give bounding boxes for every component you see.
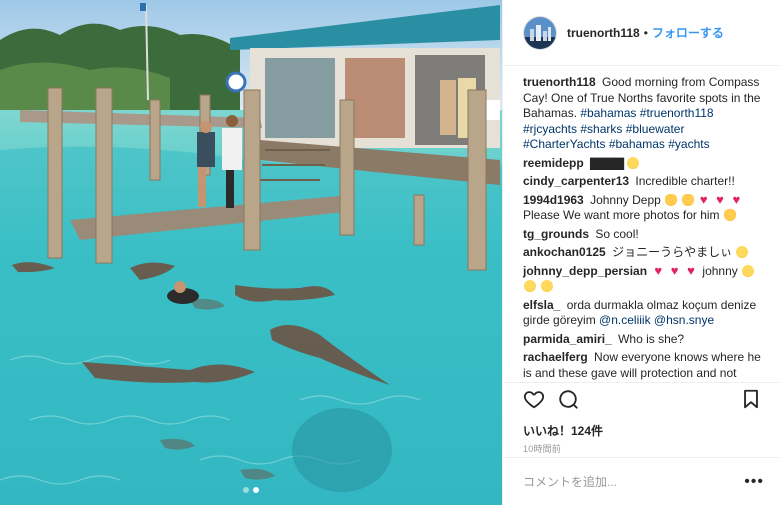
comment: johnny_depp_persian johnny xyxy=(523,263,764,295)
comment-text: ▇▇▇▇ xyxy=(590,155,624,170)
comment-icon[interactable] xyxy=(557,388,581,412)
mention[interactable]: @hsn.snye xyxy=(654,313,714,327)
avatar-image xyxy=(524,16,556,49)
comment: 1994d1963 Johnny Depp Please We want mor… xyxy=(523,192,764,224)
heart-eyes-emoji-icon xyxy=(742,264,755,277)
action-bar xyxy=(503,382,780,416)
comment: rachaelferg Now everyone knows where he … xyxy=(523,350,764,381)
caption-username[interactable]: truenorth118 xyxy=(523,75,596,89)
post-sidebar: truenorth118 • フォローする truenorth118 Good … xyxy=(502,0,780,505)
heart-eyes-emoji-icon xyxy=(627,156,640,169)
header-separator: • xyxy=(643,25,648,40)
hashtag[interactable]: #bahamas xyxy=(609,137,665,151)
add-comment-input[interactable] xyxy=(523,474,745,489)
carousel-dot xyxy=(243,487,249,493)
comment-text: Who is she? xyxy=(618,331,685,346)
follow-button[interactable]: フォローする xyxy=(652,24,724,41)
add-comment-bar: ••• xyxy=(503,457,780,505)
comment-username[interactable]: reemidepp xyxy=(523,156,584,170)
comment-username[interactable]: parmida_amiri_ xyxy=(523,332,612,346)
avatar[interactable] xyxy=(523,15,557,50)
mention[interactable]: @n.celiiik xyxy=(599,313,651,327)
like-count[interactable]: いいね！124件 xyxy=(503,416,780,438)
comment-username[interactable]: cindy_carpenter13 xyxy=(523,174,629,188)
comment-text: Incredible charter!! xyxy=(635,174,735,188)
carousel-dot-active xyxy=(253,487,259,493)
post-photo[interactable] xyxy=(0,0,502,505)
hashtag[interactable]: #CharterYachts xyxy=(523,137,605,151)
comment-username[interactable]: ankochan0125 xyxy=(523,245,606,259)
comment-username[interactable]: tg_grounds xyxy=(523,227,589,241)
comment: parmida_amiri_ Who is she? xyxy=(523,332,764,348)
comment-username[interactable]: 1994d1963 xyxy=(523,193,584,207)
heart-icon[interactable] xyxy=(523,388,547,412)
heart-eyes-emoji-icon xyxy=(541,280,554,292)
heart-emoji-icon xyxy=(733,192,744,208)
heart-eyes-emoji-icon xyxy=(736,246,749,258)
heart-emoji-icon xyxy=(716,192,727,208)
comment-text: So cool! xyxy=(595,226,639,241)
caption: truenorth118 Good morning from Compass C… xyxy=(523,75,764,153)
comment-text-continued: Please We want more photos for him xyxy=(523,208,720,222)
instagram-post: truenorth118 • フォローする truenorth118 Good … xyxy=(0,0,780,505)
heart-emoji-icon xyxy=(700,192,711,208)
cat-emoji-icon xyxy=(682,193,695,206)
cat-emoji-icon xyxy=(665,193,678,206)
header-username[interactable]: truenorth118 xyxy=(567,26,640,40)
comment: ankochan0125 ジョニーうらやましぃ xyxy=(523,245,764,261)
heart-emoji-icon xyxy=(671,263,682,279)
heart-eyes-emoji-icon xyxy=(524,280,536,292)
post-header: truenorth118 • フォローする xyxy=(503,0,780,66)
hashtag[interactable]: #sharks xyxy=(580,122,622,136)
hashtag[interactable]: #bahamas xyxy=(580,106,636,120)
comment: reemidepp ▇▇▇▇ xyxy=(523,156,764,172)
comment: cindy_carpenter13 Incredible charter!! xyxy=(523,174,764,190)
cat-emoji-icon xyxy=(723,209,736,221)
more-options-icon[interactable]: ••• xyxy=(744,473,764,491)
comment-username[interactable]: elfsla_ xyxy=(523,298,560,312)
shark-dock-image xyxy=(0,0,502,505)
hashtag[interactable]: #rjcyachts xyxy=(523,122,577,136)
bookmark-icon[interactable] xyxy=(740,388,764,412)
hashtag[interactable]: #bluewater xyxy=(626,122,685,136)
comment-username[interactable]: rachaelferg xyxy=(523,350,588,364)
hashtag[interactable]: #truenorth118 xyxy=(640,106,714,120)
heart-emoji-icon xyxy=(687,263,698,279)
comment-text: johnny xyxy=(702,263,738,278)
comment: elfsla_ orda durmakla olmaz koçum denize… xyxy=(523,298,764,329)
comment-username[interactable]: johnny_depp_persian xyxy=(523,264,647,278)
comment-text: Johnny Depp xyxy=(590,192,661,207)
carousel-dots xyxy=(0,487,502,493)
comment-text: ジョニーうらやましぃ xyxy=(612,245,733,259)
heart-emoji-icon xyxy=(654,263,665,279)
comment: tg_grounds So cool! xyxy=(523,227,764,243)
hashtag[interactable]: #yachts xyxy=(668,137,709,151)
comments-list: truenorth118 Good morning from Compass C… xyxy=(503,66,780,382)
